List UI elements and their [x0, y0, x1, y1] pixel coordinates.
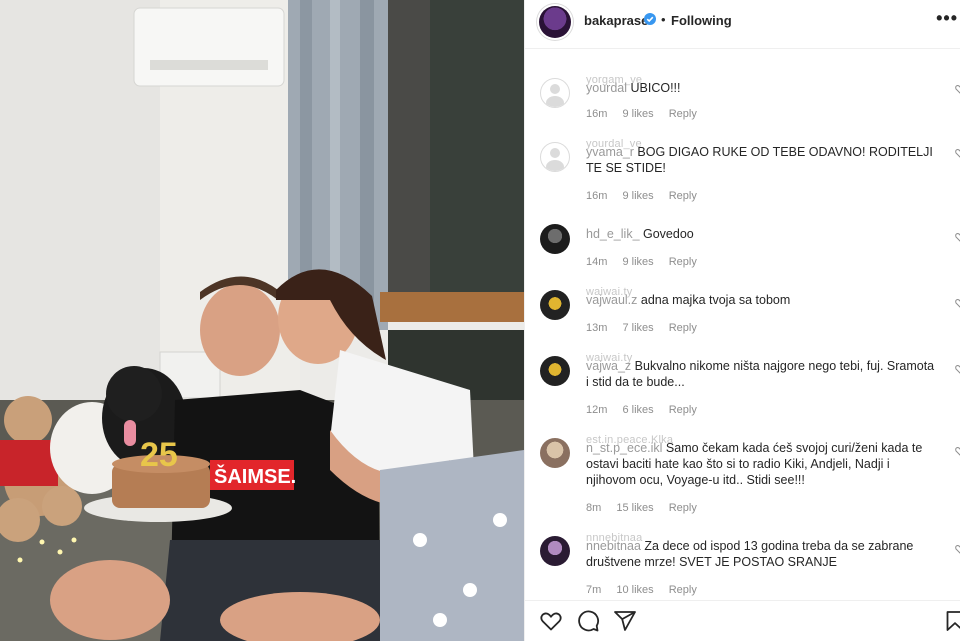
comment-username[interactable]: n_st.p_ece.ikl: [586, 441, 662, 455]
comment-meta: 16m 9 likes Reply: [586, 108, 709, 120]
comment-avatar[interactable]: [540, 356, 570, 386]
post-image[interactable]: ŠAIMSE. 25: [0, 0, 524, 641]
comment-like-icon[interactable]: [955, 232, 960, 242]
bookmark-icon[interactable]: [943, 609, 960, 633]
comment-text: yvama_r BOG DIGAO RUKE OD TEBE ODAVNO! R…: [586, 144, 936, 176]
comment-text: vajwaul.z adna majka tvoja sa tobom: [586, 292, 936, 308]
comment-username[interactable]: nnebitnaa: [586, 539, 641, 553]
comment-likes[interactable]: 9 likes: [622, 190, 653, 202]
comment-avatar[interactable]: [540, 290, 570, 320]
comment-meta: 7m 10 likes Reply: [586, 584, 709, 596]
comment-body: Bukvalno nikome ništa najgore nego tebi,…: [586, 359, 935, 389]
share-icon[interactable]: [613, 609, 637, 633]
comment-likes[interactable]: 6 likes: [622, 404, 653, 416]
comment-reply[interactable]: Reply: [669, 404, 697, 416]
comment-like-icon[interactable]: [955, 148, 960, 158]
comment-reply[interactable]: Reply: [669, 256, 697, 268]
comment-avatar[interactable]: [540, 78, 570, 108]
comment-meta: 12m 6 likes Reply: [586, 404, 709, 416]
comment-time[interactable]: 12m: [586, 404, 607, 416]
comment-avatar[interactable]: [540, 536, 570, 566]
post-photo-illustration: ŠAIMSE. 25: [0, 0, 524, 641]
comment-time[interactable]: 8m: [586, 502, 601, 514]
comment-meta: 14m 9 likes Reply: [586, 256, 709, 268]
comment-body: Govedoo: [643, 227, 694, 241]
comment-like-icon[interactable]: [955, 84, 960, 94]
comment-text: hd_e_lik_ Govedoo: [586, 226, 936, 242]
comment-likes[interactable]: 9 likes: [622, 108, 653, 120]
heart-icon[interactable]: [539, 609, 563, 633]
comment-text: vajwa_z Bukvalno nikome ništa najgore ne…: [586, 358, 936, 390]
following-button[interactable]: Following: [671, 13, 732, 28]
comment-time[interactable]: 13m: [586, 322, 607, 334]
comment-reply[interactable]: Reply: [669, 190, 697, 202]
comment-text: yourdal UBICO!!!: [586, 80, 936, 96]
comment-reply[interactable]: Reply: [669, 322, 697, 334]
post-actions-bar: [525, 600, 960, 641]
comment-likes[interactable]: 10 likes: [616, 584, 653, 596]
svg-text:ŠAIMSE.: ŠAIMSE.: [214, 464, 296, 488]
comment-username[interactable]: vajwaul.z: [586, 293, 637, 307]
comment-avatar[interactable]: [540, 224, 570, 254]
comment-like-icon[interactable]: [955, 298, 960, 308]
svg-text:25: 25: [140, 436, 178, 474]
author-username[interactable]: bakaprase: [584, 13, 648, 28]
comment-time[interactable]: 16m: [586, 190, 607, 202]
comment-meta: 16m 9 likes Reply: [586, 190, 709, 202]
comment-meta: 13m 7 likes Reply: [586, 322, 709, 334]
comment-body: adna majka tvoja sa tobom: [640, 293, 791, 307]
header-separator: •: [661, 12, 666, 27]
comment-like-icon[interactable]: [955, 446, 960, 456]
comment-likes[interactable]: 7 likes: [622, 322, 653, 334]
more-options-icon[interactable]: •••: [936, 8, 958, 29]
comment-username[interactable]: yvama_r: [586, 145, 634, 159]
comment-like-icon[interactable]: [955, 364, 960, 374]
comment-avatar[interactable]: [540, 438, 570, 468]
post-header: bakaprase • Following •••: [525, 0, 960, 49]
comment-likes[interactable]: 15 likes: [616, 502, 653, 514]
comment-body: UBICO!!!: [630, 81, 681, 95]
comment-time[interactable]: 16m: [586, 108, 607, 120]
comment-like-icon[interactable]: [955, 544, 960, 554]
comment-likes[interactable]: 9 likes: [622, 256, 653, 268]
comment-reply[interactable]: Reply: [669, 584, 697, 596]
comment-text: n_st.p_ece.ikl Samo čekam kada ćeš svojo…: [586, 440, 936, 488]
author-avatar[interactable]: [539, 6, 571, 38]
comment-username[interactable]: yourdal: [586, 81, 627, 95]
verified-badge-icon: [644, 13, 656, 25]
comment-time[interactable]: 7m: [586, 584, 601, 596]
comment-username[interactable]: hd_e_lik_: [586, 227, 640, 241]
comment-icon[interactable]: [576, 609, 600, 633]
post-detail-panel: bakaprase • Following ••• yorgam_ve your…: [524, 0, 960, 641]
comment-reply[interactable]: Reply: [669, 502, 697, 514]
comment-reply[interactable]: Reply: [669, 108, 697, 120]
comment-username[interactable]: vajwa_z: [586, 359, 631, 373]
comment-meta: 8m 15 likes Reply: [586, 502, 709, 514]
comment-body: BOG DIGAO RUKE OD TEBE ODAVNO! RODITELJI…: [586, 145, 933, 175]
comments-list[interactable]: yorgam_ve yourdal UBICO!!! 16m 9 likes R…: [525, 48, 960, 601]
comment-text: nnebitnaa Za dece od ispod 13 godina tre…: [586, 538, 936, 570]
comment-time[interactable]: 14m: [586, 256, 607, 268]
comment-avatar[interactable]: [540, 142, 570, 172]
